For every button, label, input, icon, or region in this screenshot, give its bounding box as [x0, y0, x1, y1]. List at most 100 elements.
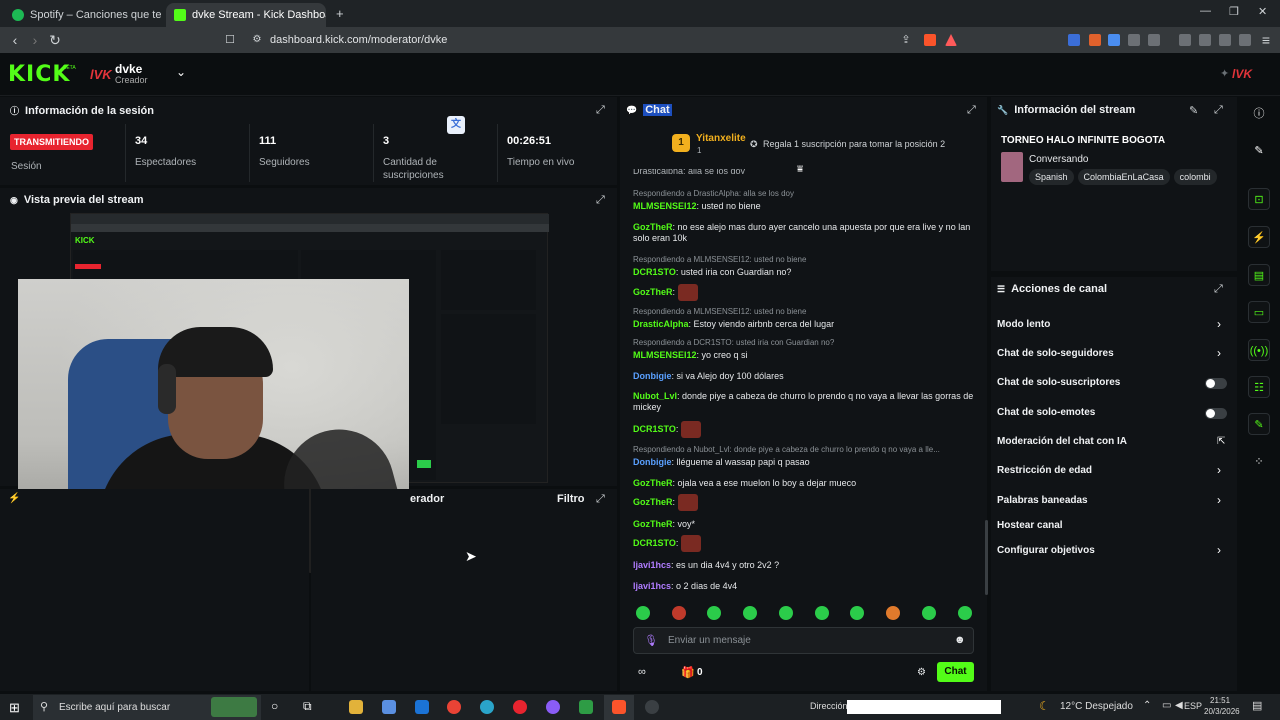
clock-time[interactable]: 21:51 — [1210, 696, 1230, 705]
outlook-icon[interactable] — [415, 700, 429, 714]
channel-action-item[interactable]: Chat de solo-emotes — [997, 407, 1095, 418]
expand-icon[interactable]: ⤢ — [596, 104, 605, 117]
channel-name[interactable]: dvke — [115, 62, 142, 76]
taskbar-search[interactable]: ⚲ Escribe aquí para buscar — [33, 695, 261, 720]
extensions-puzzle-icon[interactable] — [1128, 34, 1140, 46]
category-name[interactable]: Conversando — [1029, 154, 1088, 165]
wallet-icon[interactable] — [1199, 34, 1211, 46]
chat-username[interactable]: GozTheR — [633, 222, 673, 232]
chat-username[interactable]: MLMSENSEI12 — [633, 350, 697, 360]
chevron-right-icon[interactable]: › — [1217, 346, 1221, 360]
chat-emote[interactable] — [680, 421, 701, 438]
address-input[interactable] — [847, 700, 1001, 714]
weather-text[interactable]: 12°C Despejado — [1060, 701, 1133, 712]
page-icon[interactable]: ▤ — [1248, 264, 1270, 286]
gift-box-icon[interactable]: 🎁 — [681, 666, 695, 679]
tag[interactable]: colombi — [1173, 169, 1217, 185]
chat-reply-context[interactable]: Respondiendo a MLMSENSEI12: usted no bie… — [633, 255, 978, 265]
mic-icon[interactable]: 🎙 — [644, 634, 658, 647]
network-icon[interactable]: ▭ — [1162, 700, 1171, 711]
infinity-points-icon[interactable]: ∞ — [638, 666, 646, 678]
store-icon[interactable] — [382, 700, 396, 714]
channel-action-item[interactable]: Moderación del chat con IA — [997, 436, 1127, 447]
chat-username[interactable]: ljavi1hcs — [633, 560, 671, 570]
site-info-icon[interactable]: ⚙ — [249, 32, 265, 48]
chat-reply-context[interactable]: Respondiendo a MLMSENSEI12: usted no bie… — [633, 307, 978, 317]
add-widget-icon[interactable]: ⁘ — [1248, 451, 1270, 473]
cortana-icon[interactable]: ○ — [271, 699, 278, 713]
emote-icon[interactable] — [779, 606, 793, 620]
chat-username[interactable]: MLMSENSEI12 — [633, 201, 697, 211]
sidebar-icon[interactable] — [1179, 34, 1191, 46]
app-icon[interactable] — [546, 700, 560, 714]
chat-scrollbar[interactable] — [985, 520, 988, 595]
chat-username[interactable]: GozTheR — [633, 478, 673, 488]
channel-action-item[interactable]: Modo lento — [997, 319, 1050, 330]
toggle-switch[interactable] — [1205, 408, 1227, 419]
channel-action-item[interactable]: Configurar objetivos — [997, 545, 1095, 556]
window-close-icon[interactable]: ✕ — [1258, 5, 1267, 18]
back-icon[interactable]: ‹ — [7, 32, 23, 48]
bolt-icon[interactable]: ⚡ — [1248, 226, 1270, 248]
tag[interactable]: ColombiaEnLaCasa — [1077, 169, 1170, 185]
channel-action-item[interactable]: Hostear canal — [997, 520, 1063, 531]
emote-icon[interactable] — [922, 606, 936, 620]
chat-username[interactable]: ljavi1hcs — [633, 581, 671, 591]
emote-icon[interactable] — [886, 606, 900, 620]
channel-action-item[interactable]: Palabras baneadas — [997, 495, 1088, 506]
chat-reply-context[interactable]: Respondiendo a DrasticAlpha: alla se los… — [633, 189, 978, 199]
chevron-right-icon[interactable]: › — [1217, 493, 1221, 507]
chat-emote[interactable] — [680, 535, 701, 552]
windows-start-icon[interactable]: ⊞ — [9, 700, 20, 716]
chat-username[interactable]: DrasticAlpha — [633, 319, 689, 329]
expand-icon[interactable]: ⤢ — [1214, 104, 1223, 117]
extension-icon[interactable] — [1089, 34, 1101, 46]
emoji-icon[interactable]: ☻ — [954, 634, 966, 646]
expand-icon[interactable]: ⤢ — [967, 104, 976, 117]
pencil-icon[interactable]: ✎ — [1248, 140, 1270, 162]
extension-icon[interactable] — [1108, 34, 1120, 46]
share-icon[interactable]: ⇪ — [898, 32, 914, 48]
emote-icon[interactable] — [850, 606, 864, 620]
list-icon[interactable]: ☷ — [1248, 376, 1270, 398]
channel-action-item[interactable]: Chat de solo-suscriptores — [997, 377, 1120, 388]
chat-icon[interactable]: ▭ — [1248, 301, 1270, 323]
chat-username[interactable]: GozTheR — [633, 519, 673, 529]
emote-icon[interactable] — [743, 606, 757, 620]
new-tab-icon[interactable]: + — [336, 6, 344, 21]
extension-icon[interactable] — [1148, 34, 1160, 46]
user-avatar[interactable]: lVK — [1232, 67, 1252, 81]
reload-icon[interactable]: ↻ — [47, 32, 63, 48]
menu-icon[interactable]: ≡ — [1258, 32, 1274, 48]
chat-emote[interactable] — [677, 284, 698, 301]
tab-spotify[interactable]: Spotify – Canciones que te gustan — [4, 3, 164, 27]
maximize-icon[interactable]: ❐ — [1229, 5, 1239, 18]
brave-rewards-icon[interactable] — [945, 34, 957, 46]
chevron-right-icon[interactable]: › — [1217, 463, 1221, 477]
clock-date[interactable]: 20/3/2026 — [1204, 707, 1240, 716]
chat-emote[interactable] — [677, 494, 698, 511]
expand-icon[interactable]: ⤢ — [596, 493, 605, 506]
volume-icon[interactable]: ◀ — [1175, 700, 1183, 711]
tray-chevron-icon[interactable]: ⌃ — [1143, 700, 1151, 711]
pinned-username[interactable]: Yitanxelite — [696, 133, 746, 144]
emote-icon[interactable] — [636, 606, 650, 620]
forward-icon[interactable]: › — [27, 32, 43, 48]
chat-reply-context[interactable]: Respondiendo a DCR1STO: usted iria con G… — [633, 338, 978, 348]
obs-icon[interactable] — [645, 700, 659, 714]
chevron-down-icon[interactable]: ⌄ — [176, 65, 186, 79]
app-icon[interactable] — [579, 700, 593, 714]
gift-text[interactable]: Regala 1 suscripción para tomar la posic… — [763, 139, 945, 149]
settings-icon[interactable]: ⚙ — [917, 667, 926, 678]
chat-username[interactable]: Nubot_Lvl — [633, 391, 677, 401]
edge-icon[interactable] — [480, 700, 494, 714]
chrome-icon[interactable] — [447, 700, 461, 714]
opera-icon[interactable] — [513, 700, 527, 714]
tab-kick-dashboard[interactable]: dvke Stream - Kick Dashboar ✕ — [166, 3, 326, 27]
extension-icon[interactable] — [1068, 34, 1080, 46]
chevron-right-icon[interactable]: › — [1217, 317, 1221, 331]
external-link-icon[interactable]: ⇱ — [1217, 436, 1225, 447]
chat-username[interactable]: GozTheR — [633, 287, 673, 297]
brave-shields-icon[interactable] — [924, 34, 936, 46]
focus-icon[interactable]: ⊡ — [1248, 188, 1270, 210]
